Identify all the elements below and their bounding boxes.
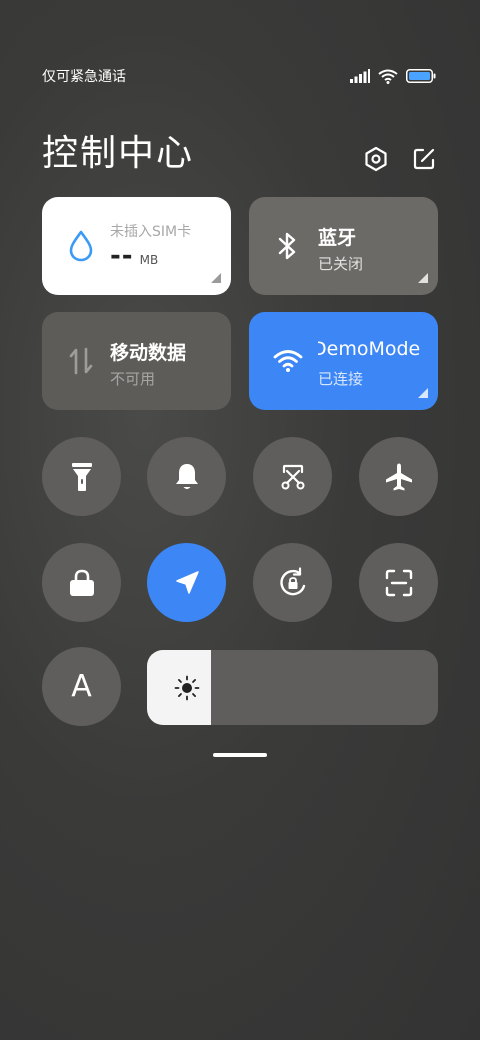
status-icons (350, 69, 436, 84)
wifi-status: 已连接 (318, 370, 364, 388)
airplane-toggle[interactable] (359, 437, 438, 516)
bell-icon (175, 463, 198, 489)
battery-icon (406, 69, 436, 83)
expand-corner-icon (418, 273, 428, 283)
wifi-tile[interactable]: DemoMode 已连接 (249, 312, 438, 410)
scan-icon (385, 569, 412, 596)
data-usage-tile[interactable]: 未插入SIM卡 -- MB (42, 197, 231, 295)
bluetooth-status: 已关闭 (318, 255, 364, 273)
page-title: 控制中心 (42, 133, 195, 174)
scissors-icon (281, 464, 304, 489)
location-arrow-icon (175, 570, 199, 594)
flashlight-icon (71, 462, 92, 491)
lock-icon (69, 569, 94, 596)
edit-button[interactable] (410, 145, 438, 173)
data-usage-value: -- MB (110, 241, 158, 271)
settings-icon (365, 146, 387, 172)
status-bar: 仅可紧急通话 (42, 64, 436, 88)
lock-toggle[interactable] (42, 543, 121, 622)
carrier-text: 仅可紧急通话 (42, 69, 126, 85)
data-usage-number: -- (110, 241, 134, 271)
signal-icon (350, 69, 370, 83)
mobile-data-tile[interactable]: 移动数据 不可用 (42, 312, 231, 410)
bluetooth-title: 蓝牙 (318, 227, 357, 249)
screenshot-toggle[interactable] (253, 437, 332, 516)
expand-corner-icon (211, 273, 221, 283)
wifi-icon (378, 69, 398, 84)
home-handle[interactable] (213, 753, 267, 757)
scanner-toggle[interactable] (359, 543, 438, 622)
water-drop-icon (66, 230, 96, 262)
rotation-lock-icon (279, 566, 305, 595)
bluetooth-tile[interactable]: 蓝牙 已关闭 (249, 197, 438, 295)
data-usage-sub: 未插入SIM卡 (110, 224, 192, 240)
brightness-slider[interactable] (147, 650, 438, 725)
mobile-data-status: 不可用 (110, 370, 156, 388)
rotation-lock-toggle[interactable] (253, 543, 332, 622)
bluetooth-icon (273, 231, 303, 261)
wifi-icon (273, 346, 303, 376)
sun-icon (174, 675, 200, 701)
location-toggle[interactable] (147, 543, 226, 622)
mute-toggle[interactable] (147, 437, 226, 516)
expand-corner-icon (418, 388, 428, 398)
wifi-network-name: DemoMode (318, 338, 420, 360)
mobile-data-icon (66, 346, 96, 376)
font-toggle[interactable]: A (42, 647, 121, 726)
data-usage-unit: MB (139, 253, 159, 267)
mobile-data-title: 移动数据 (110, 342, 187, 364)
header: 控制中心 (42, 124, 438, 176)
airplane-icon (385, 463, 412, 490)
flashlight-toggle[interactable] (42, 437, 121, 516)
font-icon: A (71, 669, 92, 704)
edit-icon (413, 148, 435, 170)
settings-button[interactable] (362, 145, 390, 173)
header-actions (362, 145, 438, 173)
